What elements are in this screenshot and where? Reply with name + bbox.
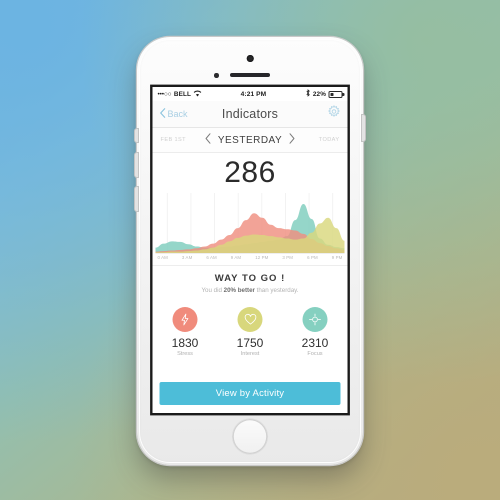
power-button[interactable]: [362, 115, 365, 141]
volume-up-button[interactable]: [135, 153, 138, 177]
chart-x-tick: 6 PM: [307, 255, 318, 260]
metric-focus[interactable]: 2310 Focus: [287, 307, 343, 357]
cta-container: View by Activity: [152, 379, 348, 413]
signal-strength-icon: •••○○: [157, 90, 172, 98]
gear-icon: [327, 104, 341, 123]
status-bar-right: 22%: [305, 89, 345, 99]
view-by-activity-button[interactable]: View by Activity: [159, 381, 341, 405]
chart-x-tick: 3 PM: [282, 255, 294, 260]
front-camera-icon: [246, 55, 254, 62]
navigation-bar: Back Indicators: [152, 101, 348, 128]
status-bar-left: •••○○ BELL: [158, 90, 202, 99]
current-date-label: YESTERDAY: [217, 134, 283, 146]
score-value: 286: [152, 153, 348, 193]
chart-svg: [155, 193, 345, 254]
wifi-icon: [193, 90, 202, 99]
silent-switch[interactable]: [135, 129, 138, 142]
chart-x-tick: 9 PM: [331, 255, 343, 260]
back-button[interactable]: Back: [160, 108, 188, 120]
chart-x-tick: 3 AM: [181, 255, 193, 260]
earpiece-speaker: [230, 73, 270, 78]
metrics-row: 1830 Stress 1750 Interest 2310 Focus: [152, 300, 348, 379]
lightning-bolt-icon: [172, 307, 198, 332]
heart-icon: [237, 307, 263, 332]
carrier-label: BELL: [173, 90, 191, 98]
chevron-left-icon: [160, 108, 166, 120]
date-start-label[interactable]: FEB 1ST: [161, 137, 191, 143]
screenshot-canvas: •••○○ BELL 4:21 PM 22% Back Indicators F…: [0, 0, 500, 500]
chart-series-group: [155, 204, 345, 254]
next-day-button[interactable]: [288, 133, 295, 147]
metric-label: Focus: [307, 351, 323, 358]
settings-button[interactable]: [327, 104, 341, 123]
volume-down-button[interactable]: [135, 187, 138, 211]
message-prefix: You did: [201, 286, 224, 294]
message-suffix: than yesterday.: [254, 286, 299, 294]
chart-x-tick: 6 AM: [206, 255, 217, 260]
activity-area-chart[interactable]: 0 AM 3 AM 6 AM 9 AM 12 PM 3 PM 6 PM 9 PM: [152, 193, 348, 265]
encouragement-message: WAY TO GO ! You did 20% better than yest…: [152, 265, 348, 300]
crosshair-icon: [302, 307, 328, 332]
bluetooth-icon: [305, 89, 310, 99]
status-bar: •••○○ BELL 4:21 PM 22%: [152, 87, 348, 101]
home-button[interactable]: [232, 419, 268, 454]
message-subtext: You did 20% better than yesterday.: [201, 287, 298, 294]
chart-x-tick: 0 AM: [157, 255, 168, 260]
metric-interest[interactable]: 1750 Interest: [222, 307, 278, 357]
status-bar-clock: 4:21 PM: [240, 90, 267, 98]
chart-x-axis: 0 AM 3 AM 6 AM 9 AM 12 PM 3 PM 6 PM 9 PM: [156, 255, 345, 260]
phone-screen: •••○○ BELL 4:21 PM 22% Back Indicators F…: [152, 87, 348, 413]
iphone-device-mockup: •••○○ BELL 4:21 PM 22% Back Indicators F…: [135, 37, 365, 465]
message-headline: WAY TO GO !: [214, 272, 286, 284]
metric-label: Stress: [177, 351, 193, 358]
metric-value: 2310: [301, 336, 329, 350]
metric-label: Interest: [240, 351, 260, 358]
date-end-label[interactable]: TODAY: [310, 137, 340, 143]
proximity-sensor-icon: [214, 73, 219, 78]
battery-percent-label: 22%: [312, 90, 326, 98]
back-button-label: Back: [167, 109, 188, 119]
previous-day-button[interactable]: [205, 133, 212, 147]
date-selector: YESTERDAY: [191, 133, 310, 147]
message-highlight: 20% better: [223, 286, 255, 294]
battery-icon: [328, 90, 345, 98]
metric-value: 1830: [171, 336, 199, 350]
date-navigation-bar: FEB 1ST YESTERDAY TODAY: [152, 128, 348, 153]
chart-x-tick: 12 PM: [255, 255, 269, 260]
metric-value: 1750: [236, 336, 264, 350]
chart-x-tick: 9 AM: [230, 255, 242, 260]
metric-stress[interactable]: 1830 Stress: [157, 307, 213, 357]
